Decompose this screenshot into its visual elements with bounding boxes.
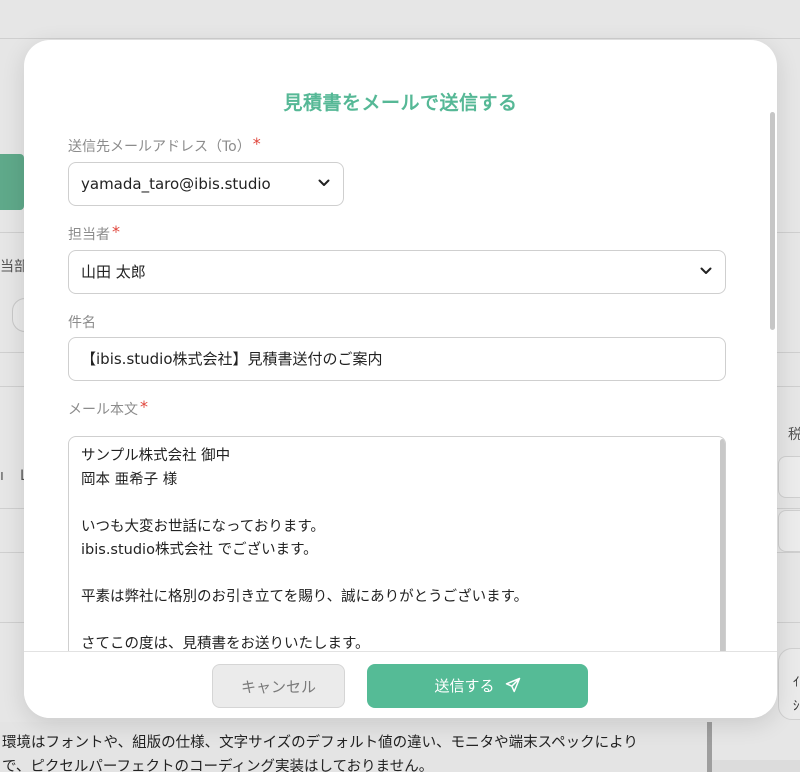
send-estimate-modal: 見積書をメールで送信する 送信先メールアドレス（To） * yamada_taro… <box>24 40 777 718</box>
assignee-value: 山田 太郎 <box>81 263 146 281</box>
body-label-text: メール本文 <box>68 402 138 418</box>
subject-value: 【ibis.studio株式会社】見積書送付のご案内 <box>81 350 383 368</box>
body-line <box>81 610 713 634</box>
body-label: メール本文 * <box>68 397 148 419</box>
bg-green-tab <box>0 154 24 210</box>
chevron-down-icon <box>700 267 712 274</box>
bg-side-card: ｲ ｼ <box>778 648 800 720</box>
bg-input <box>778 456 800 498</box>
bg-card-char: ｲ <box>793 675 800 690</box>
body-line: サンプル株式会社 御中 <box>81 448 231 464</box>
body-line <box>81 563 713 587</box>
assignee-label: 担当者 * <box>68 222 120 244</box>
bg-divider <box>0 38 800 39</box>
chevron-down-icon <box>318 179 330 186</box>
cancel-button[interactable]: キャンセル <box>212 664 345 708</box>
send-button[interactable]: 送信する <box>367 664 588 708</box>
textarea-scrollbar[interactable] <box>720 439 725 676</box>
required-mark: * <box>140 397 148 416</box>
subject-label-text: 件名 <box>68 315 96 331</box>
to-label: 送信先メールアドレス（To） * <box>68 134 261 156</box>
subject-input[interactable]: 【ibis.studio株式会社】見積書送付のご案内 <box>68 337 726 381</box>
bg-notice-card: 環境はフォントや、組版の仕様、文字サイズのデフォルト値の違い、モニタや端末スペッ… <box>0 722 712 772</box>
subject-label: 件名 <box>68 312 96 332</box>
assignee-label-text: 担当者 <box>68 227 110 243</box>
paper-plane-icon <box>505 677 520 693</box>
assignee-select[interactable]: 山田 太郎 <box>68 250 726 294</box>
modal-footer: キャンセル 送信する <box>24 651 777 718</box>
modal-title: 見積書をメールで送信する <box>283 92 518 114</box>
bg-card-char: ｼ <box>793 699 800 714</box>
modal-scrollbar[interactable] <box>770 112 775 330</box>
body-line: 岡本 亜希子 様 <box>81 471 178 488</box>
bg-input <box>778 510 800 552</box>
email-body-textarea[interactable]: サンプル株式会社 御中 岡本 亜希子 様 いつも大変お世話になっております。 i… <box>68 436 726 676</box>
send-button-label: 送信する <box>434 677 495 695</box>
body-line <box>81 492 713 516</box>
to-email-value: yamada_taro@ibis.studio <box>81 175 271 193</box>
bg-label-fragment: 税 <box>788 427 800 443</box>
to-email-select[interactable]: yamada_taro@ibis.studio <box>68 162 344 206</box>
bg-notice-line: で、ピクセルパーフェクトのコーディング実装はしておりません。 <box>2 759 434 772</box>
bg-label-fragment: ı <box>0 468 4 484</box>
required-mark: * <box>112 222 120 241</box>
to-label-text: 送信先メールアドレス（To） <box>68 139 251 155</box>
body-line: いつも大変お世話になっております。 <box>81 518 325 535</box>
bg-notice-line: 環境はフォントや、組版の仕様、文字サイズのデフォルト値の違い、モニタや端末スペッ… <box>2 735 638 751</box>
body-line: 平素は弊社に格別のお引き立てを賜り、誠にありがとうございます。 <box>81 589 529 605</box>
body-line: ibis.studio株式会社 でございます。 <box>81 542 318 558</box>
required-mark: * <box>252 134 261 153</box>
